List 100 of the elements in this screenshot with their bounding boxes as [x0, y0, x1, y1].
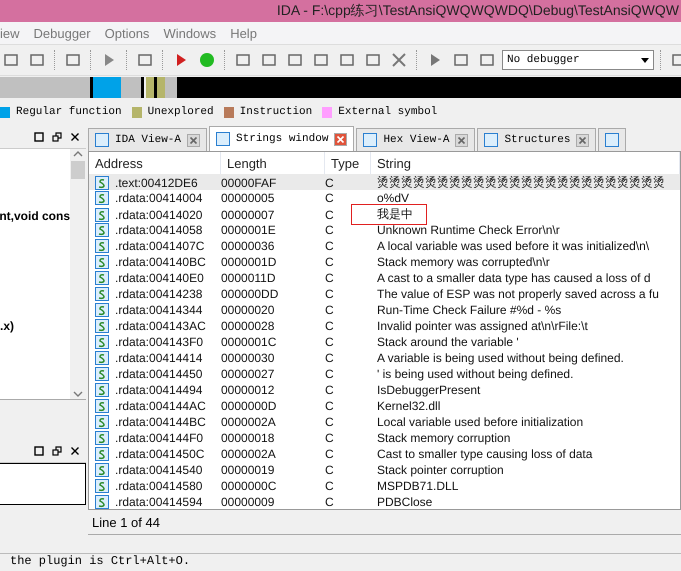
- table-cell: .rdata:00414020: [115, 208, 202, 222]
- output-text: the plugin is Ctrl+Alt+O.: [9, 554, 192, 568]
- table-cell-text: 00000028: [221, 319, 276, 333]
- function-name[interactable]: .x): [0, 319, 70, 333]
- table-row[interactable]: .rdata:00414494 00000012 C IsDebuggerPresent: [89, 382, 680, 398]
- table-row[interactable]: .rdata:004140E0 0000011D C A cast to a smaller data type has caused a loss of d: [89, 270, 680, 286]
- table-row[interactable]: .rdata:004144BC 0000002A C Local variable used before initialization: [89, 414, 680, 430]
- table-cell-text: 0000000C: [221, 479, 278, 493]
- tab[interactable]: IDA View-A: [88, 128, 208, 151]
- string-icon: [95, 383, 109, 397]
- table-cell-text: A variable is being used without being defined.: [376, 351, 625, 365]
- table-cell-text: Stack memory corruption: [376, 431, 512, 445]
- table-cell-text: 00000012: [221, 383, 276, 397]
- string-icon: [95, 335, 109, 349]
- string-icon: [95, 351, 109, 365]
- legend-label: Instruction: [240, 106, 312, 118]
- tab[interactable]: Structures: [477, 128, 596, 151]
- table-cell-text: 00000036: [221, 239, 276, 253]
- string-icon: [95, 303, 109, 317]
- table-row[interactable]: .rdata:004144F0 00000018 C Stack memory corruption: [89, 430, 680, 446]
- string-icon: [95, 319, 109, 333]
- table-cell-text: 00000018: [221, 431, 276, 445]
- table-cell-text: C: [325, 303, 335, 317]
- table-cell-text: 00000005: [221, 191, 276, 205]
- table-row[interactable]: .rdata:004143F0 0000001C C Stack around the variable ': [89, 334, 680, 350]
- table-cell: .rdata:00414594: [115, 495, 202, 509]
- table-cell-text: IsDebuggerPresent: [376, 383, 482, 397]
- table-row[interactable]: .rdata:00414450 00000027 C ' is being used without being defined.: [89, 366, 680, 382]
- table-row[interactable]: .rdata:00414004 00000005 C o%dV: [89, 190, 680, 206]
- table-cell-text: C: [325, 223, 335, 237]
- table-cell-text: Stack pointer corruption: [376, 463, 505, 477]
- table-row[interactable]: .rdata:00414238 000000DD C The value of ESP was not properly saved across a fu: [89, 286, 680, 302]
- table-row[interactable]: .rdata:00414344 00000020 C Run-Time Check Failure #%d - %s: [89, 302, 680, 318]
- table-cell: .rdata:00414058: [115, 223, 202, 237]
- table-cell: .rdata:004144AC: [115, 399, 206, 413]
- string-icon: [95, 255, 109, 269]
- table-row[interactable]: .rdata:00414414 00000030 C A variable is being used without being defined.: [89, 350, 680, 366]
- table-cell-text: 0000001D: [221, 255, 278, 269]
- tab[interactable]: [598, 128, 626, 151]
- menu-item[interactable]: Windows: [163, 26, 216, 40]
- table-cell: .rdata:004140E0: [115, 271, 204, 285]
- menu-item[interactable]: Options: [104, 26, 150, 40]
- function-name[interactable]: nt,void cons: [0, 209, 70, 223]
- table-cell: .rdata:00414494: [115, 383, 202, 397]
- string-icon: [95, 447, 109, 461]
- menu-item[interactable]: Debugger: [34, 26, 91, 40]
- close-icon[interactable]: [70, 132, 80, 142]
- table-row[interactable]: .rdata:0041450C 0000002A C Cast to smaller type causing loss of data: [89, 446, 680, 462]
- string-icon: [95, 271, 109, 285]
- table-row[interactable]: .rdata:00414580 0000000C C MSPDB71.DLL: [89, 478, 680, 494]
- string-icon: [95, 208, 109, 222]
- table-row[interactable]: .rdata:004144AC 0000000D C Kernel32.dll: [89, 398, 680, 414]
- debugger-select[interactable]: No debugger: [502, 50, 654, 70]
- tab-icon: [216, 132, 230, 146]
- navigation-band[interactable]: [0, 77, 681, 98]
- table-cell-text: C: [325, 351, 335, 365]
- table-row[interactable]: .rdata:0041407C 00000036 C A local variable was used before it was initialized\n\: [89, 238, 680, 254]
- table-cell-text: 00000027: [221, 367, 276, 381]
- table-cell-text: 00000019: [221, 463, 276, 477]
- table-cell-text: Stack around the variable ': [376, 335, 520, 349]
- menu-item[interactable]: Help: [230, 26, 257, 40]
- table-cell-text: Kernel32.dll: [376, 399, 442, 413]
- menu-item[interactable]: iew: [0, 26, 20, 40]
- table-cell-text: 0000001C: [221, 335, 278, 349]
- tab[interactable]: Strings window: [209, 126, 354, 151]
- table-cell: .rdata:004143F0: [115, 335, 204, 349]
- restore-icon[interactable]: [52, 132, 62, 142]
- table-cell: .rdata:00414414: [115, 351, 202, 365]
- table-cell: .rdata:0041407C: [115, 239, 204, 253]
- tab[interactable]: Hex View-A: [356, 128, 476, 151]
- table-cell-text: C: [325, 176, 335, 190]
- table-row[interactable]: .rdata:00414058 0000001E C Unknown Runtime Check Error\n\r: [89, 222, 680, 238]
- string-icon: [95, 367, 109, 381]
- string-icon: [95, 176, 109, 190]
- table-row[interactable]: .rdata:004143AC 00000028 C Invalid pointer was assigned at\n\rFile:\t: [89, 318, 680, 334]
- maximize-icon[interactable]: [34, 446, 44, 456]
- table-cell-text: C: [325, 367, 335, 381]
- string-icon: [95, 495, 109, 509]
- close-icon[interactable]: [70, 446, 80, 456]
- scroll-thumb[interactable]: [71, 161, 85, 179]
- table-row[interactable]: .text:00412DE6 00000FAF C 烫烫烫烫烫烫烫烫烫烫烫烫烫烫烫烫烫烫烫烫烫烫烫烫: [89, 174, 680, 190]
- table-row[interactable]: .rdata:004140BC 0000001D C Stack memory was corrupted\n\r: [89, 254, 680, 270]
- table-row[interactable]: .rdata:00414020 00000007 C 我是中: [89, 206, 680, 222]
- string-icon: [95, 223, 109, 237]
- restore-icon[interactable]: [52, 446, 62, 456]
- table-cell-text: C: [325, 383, 335, 397]
- status-text: Line 1 of 44: [92, 514, 160, 530]
- table-row[interactable]: .rdata:00414594 00000009 C PDBClose: [89, 494, 680, 509]
- string-icon: [95, 191, 109, 205]
- table-cell-text: 烫烫烫烫烫烫烫烫烫烫烫烫烫烫烫烫烫烫烫烫烫烫烫烫: [376, 174, 666, 191]
- table-row[interactable]: .rdata:00414540 00000019 C Stack pointer corruption: [89, 462, 680, 478]
- table-cell: 我是中: [371, 206, 680, 223]
- table-cell-text: The value of ESP was not properly saved across a fu: [376, 287, 660, 301]
- table-cell-text: C: [325, 335, 335, 349]
- string-icon: [95, 463, 109, 477]
- string-icon: [95, 399, 109, 413]
- maximize-icon[interactable]: [34, 132, 44, 142]
- legend-label: Regular function: [16, 106, 122, 118]
- table-cell-text: A cast to a smaller data type has caused a loss of d: [376, 271, 652, 285]
- tab-icon: [484, 133, 498, 147]
